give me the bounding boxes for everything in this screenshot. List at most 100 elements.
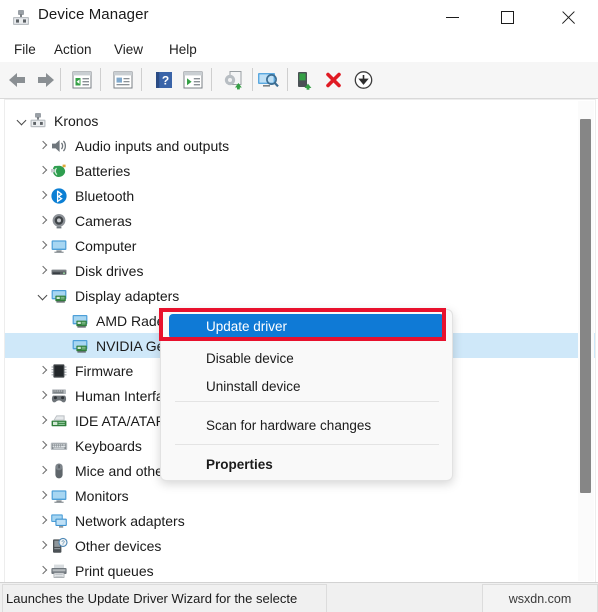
monitor-icon: [50, 237, 68, 255]
tree-row-label: Audio inputs and outputs: [75, 137, 230, 154]
unknown-device-icon: ?: [50, 537, 68, 555]
chevron-right-icon[interactable]: [36, 164, 50, 178]
chevron-right-icon[interactable]: [36, 189, 50, 203]
tree-row[interactable]: Batteries: [5, 158, 595, 183]
menu-help[interactable]: Help: [165, 40, 201, 59]
tree-row[interactable]: Cameras: [5, 208, 595, 233]
chevron-placeholder: [57, 339, 71, 353]
context-menu-item[interactable]: Disable device: [161, 344, 452, 372]
firmware-chip-icon: [50, 362, 68, 380]
tree-row-label: Keyboards: [75, 437, 142, 454]
speaker-icon: [50, 137, 68, 155]
tree-row-label: Print queues: [75, 562, 154, 579]
show-hide-console-tree-icon[interactable]: [70, 69, 94, 91]
context-menu-item[interactable]: Uninstall device: [161, 372, 452, 400]
update-driver-annotation-box: [159, 308, 446, 341]
tree-row[interactable]: Print queues: [5, 558, 595, 582]
menu-file[interactable]: File: [10, 40, 40, 59]
context-menu-item-label: Properties: [206, 456, 273, 472]
tree-row-label: Bluetooth: [75, 187, 135, 204]
menu-action[interactable]: Action: [50, 40, 96, 59]
chevron-right-icon[interactable]: [36, 464, 50, 478]
disable-device-icon[interactable]: [352, 69, 376, 91]
context-menu-item[interactable]: Properties: [161, 450, 452, 478]
back-arrow-icon[interactable]: [6, 69, 30, 91]
uninstall-device-icon[interactable]: [322, 69, 346, 91]
help-icon[interactable]: ?: [152, 69, 176, 91]
minimize-icon[interactable]: [429, 0, 475, 34]
tree-row[interactable]: Audio inputs and outputs: [5, 133, 595, 158]
chevron-right-icon[interactable]: [36, 364, 50, 378]
show-action-pane-icon[interactable]: [181, 69, 205, 91]
tree-row[interactable]: Disk drives: [5, 258, 595, 283]
close-icon[interactable]: [545, 0, 591, 34]
printer-icon: [50, 562, 68, 580]
update-driver-icon[interactable]: [222, 69, 246, 91]
display-adapter-icon: [71, 312, 89, 330]
chevron-right-icon[interactable]: [36, 539, 50, 553]
window-title: Device Manager: [38, 6, 149, 23]
tree-row[interactable]: Network adapters: [5, 508, 595, 533]
chevron-right-icon[interactable]: [36, 414, 50, 428]
forward-arrow-icon[interactable]: [33, 69, 57, 91]
toolbar-separator: [211, 68, 212, 91]
tree-row[interactable]: Display adapters: [5, 283, 595, 308]
monitor-icon: [50, 487, 68, 505]
properties-icon[interactable]: [111, 69, 135, 91]
toolbar: ?: [0, 62, 598, 99]
tree-row-label: Network adapters: [75, 512, 185, 529]
display-adapter-icon: [71, 337, 89, 355]
hid-gamepad-icon: [50, 387, 68, 405]
menu-view[interactable]: View: [110, 40, 147, 59]
toolbar-separator: [287, 68, 288, 91]
mouse-icon: [50, 462, 68, 480]
chevron-right-icon[interactable]: [36, 239, 50, 253]
tree-row-label: Firmware: [75, 362, 134, 379]
tree-row-label: Computer: [75, 237, 137, 254]
context-menu-separator: [175, 444, 439, 445]
device-manager-icon: [11, 8, 31, 28]
scrollbar-thumb[interactable]: [580, 119, 591, 493]
tree-row-label: Display adapters: [75, 287, 180, 304]
tree-row-label: Cameras: [75, 212, 132, 229]
enable-device-icon[interactable]: [293, 69, 317, 91]
chevron-right-icon[interactable]: [36, 389, 50, 403]
chevron-right-icon[interactable]: [36, 214, 50, 228]
tree-row-label: Disk drives: [75, 262, 144, 279]
toolbar-separator: [100, 68, 101, 91]
vertical-scrollbar[interactable]: [578, 101, 594, 581]
chevron-right-icon[interactable]: [36, 564, 50, 578]
tree-row[interactable]: ? Other devices: [5, 533, 595, 558]
context-menu-item[interactable]: Scan for hardware changes: [161, 411, 452, 439]
watermark-text: wsxdn.com: [508, 591, 572, 606]
tree-row-label: Other devices: [75, 537, 162, 554]
chevron-right-icon[interactable]: [36, 489, 50, 503]
disk-drive-icon: [50, 262, 68, 280]
chevron-right-icon[interactable]: [36, 439, 50, 453]
bluetooth-icon: [50, 187, 68, 205]
tree-row-label: Batteries: [75, 162, 131, 179]
display-adapter-icon: [50, 287, 68, 305]
watermark-cell: wsxdn.com: [482, 584, 598, 612]
maximize-icon[interactable]: [484, 0, 530, 34]
tree-row[interactable]: Monitors: [5, 483, 595, 508]
menu-bar: File Action View Help: [0, 36, 598, 62]
tree-row-label: Kronos: [54, 112, 99, 129]
context-menu-item-label: Uninstall device: [206, 378, 301, 394]
chevron-down-icon[interactable]: [15, 114, 29, 128]
battery-icon: [50, 162, 68, 180]
scan-for-hardware-changes-icon[interactable]: [255, 69, 279, 91]
status-message-cell: Launches the Update Driver Wizard for th…: [2, 584, 327, 612]
tree-row[interactable]: Computer: [5, 233, 595, 258]
toolbar-separator: [60, 68, 61, 91]
device-manager-window: Device Manager File Action View Help ? K…: [0, 0, 598, 612]
tree-row-label: Monitors: [75, 487, 129, 504]
context-menu-item-label: Scan for hardware changes: [206, 417, 372, 433]
chevron-right-icon[interactable]: [36, 264, 50, 278]
chevron-right-icon[interactable]: [36, 139, 50, 153]
ide-controller-icon: [50, 412, 68, 430]
chevron-right-icon[interactable]: [36, 514, 50, 528]
chevron-down-icon[interactable]: [36, 289, 50, 303]
tree-row[interactable]: Kronos: [5, 108, 585, 133]
tree-row[interactable]: Bluetooth: [5, 183, 595, 208]
